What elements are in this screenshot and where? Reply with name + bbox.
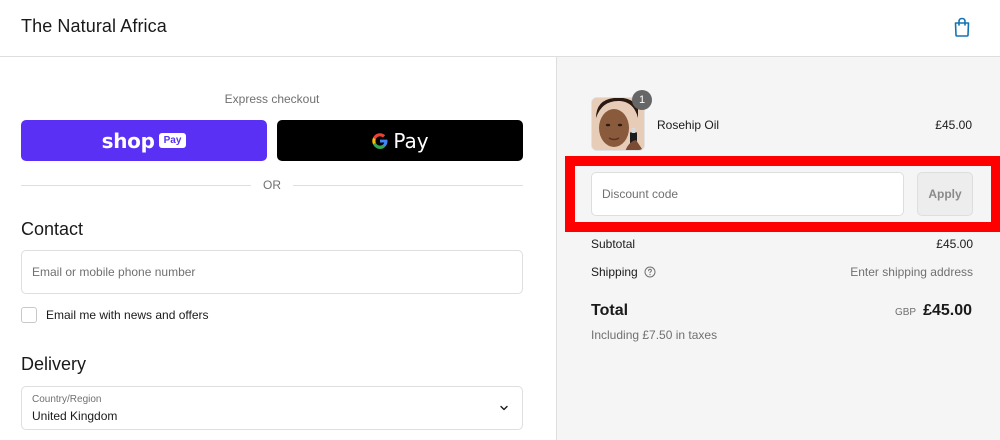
country-select-label: Country/Region (32, 394, 102, 405)
email-field-wrapper (21, 250, 523, 294)
store-name[interactable]: The Natural Africa (21, 16, 167, 37)
google-pay-button[interactable]: Pay (277, 120, 523, 161)
tax-note: Including £7.50 in taxes (591, 328, 718, 342)
google-g-icon (372, 132, 388, 149)
shipping-label: Shipping (591, 265, 638, 279)
news-opt-in: Email me with news and offers (21, 307, 209, 323)
order-summary: 1 Rosehip Oil £45.00 Apply Subtotal £45.… (556, 57, 1000, 440)
or-divider: OR (21, 177, 523, 193)
shop-pay-button[interactable]: shop Pay (21, 120, 267, 161)
news-opt-in-label: Email me with news and offers (46, 308, 209, 322)
google-pay-label: Pay (393, 128, 429, 153)
currency-code: GBP (894, 307, 917, 318)
shipping-value: Enter shipping address (850, 265, 973, 279)
subtotal-label: Subtotal (591, 237, 636, 251)
total-label: Total (591, 302, 629, 319)
checkout-form: Express checkout shop Pay Pay OR Contact… (0, 57, 556, 440)
header: The Natural Africa (0, 0, 1000, 57)
country-select[interactable]: Country/Region United Kingdom (21, 386, 523, 430)
country-select-value: United Kingdom (32, 409, 118, 423)
delivery-heading: Delivery (21, 354, 87, 374)
contact-heading: Contact (21, 219, 84, 239)
quantity-badge: 1 (632, 90, 652, 110)
help-icon[interactable] (644, 266, 656, 278)
product-price: £45.00 (935, 118, 972, 132)
news-opt-in-checkbox[interactable] (21, 307, 37, 323)
express-checkout-label: Express checkout (224, 92, 320, 106)
shop-pay-badge: Pay (158, 133, 187, 148)
email-field[interactable] (22, 251, 522, 293)
cart-button[interactable] (950, 15, 974, 39)
product-name: Rosehip Oil (657, 118, 720, 132)
shop-pay-wordmark: shop (101, 128, 155, 153)
shopping-bag-icon (954, 17, 970, 37)
divider-line-right (293, 185, 523, 186)
discount-code-input[interactable] (592, 173, 903, 215)
apply-discount-button[interactable]: Apply (917, 172, 973, 216)
total-amount: £45.00 (923, 302, 972, 319)
total-amount-group: GBP £45.00 (895, 302, 972, 320)
chevron-down-icon (500, 405, 508, 411)
discount-field-wrapper (591, 172, 904, 216)
subtotal-value: £45.00 (936, 237, 973, 251)
